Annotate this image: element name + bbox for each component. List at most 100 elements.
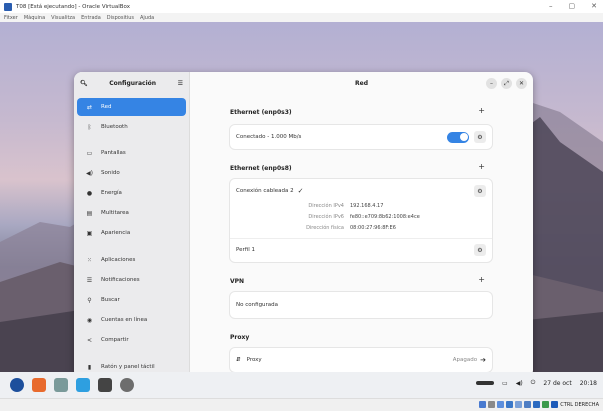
network-adapter-icon[interactable] <box>506 401 514 408</box>
audio-icon[interactable] <box>497 401 505 408</box>
minimize-icon[interactable]: – <box>549 2 553 10</box>
sidebar-item-label: Buscar <box>101 297 120 303</box>
display-indicator-icon[interactable]: ▭ <box>502 380 508 387</box>
settings-sidebar: 🔍︎ Configuración ☰ ⇄ Red ᛒ Bluetooth ▭ Pant… <box>74 72 190 372</box>
menu-dispositius[interactable]: Dispositius <box>107 15 134 21</box>
maximize-button[interactable]: ⤢ <box>501 78 512 89</box>
sidebar-item-energia[interactable]: ● Energía <box>77 184 186 202</box>
sidebar-item-notificaciones[interactable]: ☰ Notificaciones <box>77 271 186 289</box>
sidebar-item-pantallas[interactable]: ▭ Pantallas <box>77 144 186 162</box>
mac-row: Dirección física 08:00:27:96:8F:E6 <box>230 225 492 236</box>
sidebar-item-sonido[interactable]: ◀) Sonido <box>77 164 186 182</box>
host-window-title: T08 [Está ejecutando] - Oracle VirtualBo… <box>16 3 131 10</box>
arrow-right-icon: ➔ <box>480 356 486 364</box>
host-menubar: Fitxer Màquina Visualitza Entrada Dispos… <box>0 13 603 22</box>
brave-browser-icon[interactable] <box>32 378 46 392</box>
zorin-menu-icon[interactable] <box>10 378 24 392</box>
add-eth1-button[interactable]: + <box>478 106 485 115</box>
sidebar-item-label: Energía <box>101 190 122 196</box>
display-status-icon[interactable] <box>533 401 541 408</box>
sidebar-item-buscar[interactable]: ⚲ Buscar <box>77 291 186 309</box>
menu-visualitza[interactable]: Visualitza <box>51 15 75 21</box>
system-tray: ▭ ◀) ⏻ 27 de oct 20:18 <box>476 379 597 387</box>
sidebar-item-label: Sonido <box>101 170 120 176</box>
date[interactable]: 27 de oct <box>543 380 571 387</box>
menu-fitxer[interactable]: Fitxer <box>4 15 18 21</box>
speaker-icon: ◀) <box>86 169 93 177</box>
host-window-controls: – ▢ ✕ <box>549 2 597 10</box>
eth2-title: Ethernet (enp0s8) <box>230 165 292 172</box>
menu-entrada[interactable]: Entrada <box>81 15 101 21</box>
host-status-icons: CTRL DERECHA <box>479 401 599 408</box>
optical-icon[interactable] <box>488 401 496 408</box>
power-icon: ● <box>86 189 93 197</box>
bluetooth-icon: ᛒ <box>87 123 92 131</box>
network-indicator-icon[interactable] <box>476 381 495 385</box>
host-statusbar: CTRL DERECHA <box>0 398 603 411</box>
close-button[interactable]: ✕ <box>516 78 527 89</box>
sidebar-item-label: Bluetooth <box>101 124 128 130</box>
files-icon[interactable] <box>54 378 68 392</box>
display-icon: ▭ <box>86 149 93 157</box>
shared-folder-icon[interactable] <box>524 401 532 408</box>
sidebar-item-red[interactable]: ⇄ Red <box>77 98 186 116</box>
power-indicator-icon[interactable]: ⏻ <box>531 379 536 387</box>
minimize-button[interactable]: – <box>486 78 497 89</box>
window-controls: – ⤢ ✕ <box>486 78 527 89</box>
share-icon: < <box>86 336 93 344</box>
eth1-toggle[interactable] <box>447 131 469 143</box>
search-icon[interactable]: 🔍︎ <box>80 80 88 87</box>
sidebar-item-label: Red <box>101 104 112 110</box>
proxy-card[interactable]: ⇵ Proxy Apagado ➔ <box>230 348 492 372</box>
cpu-icon[interactable] <box>551 401 559 408</box>
settings-app-icon[interactable] <box>120 378 134 392</box>
online-accounts-icon: ◉ <box>86 316 93 324</box>
appearance-icon: ▣ <box>86 229 93 237</box>
add-vpn-button[interactable]: + <box>478 275 485 284</box>
ipv4-label: Dirección IPv4 <box>308 203 344 209</box>
ipv6-label: Dirección IPv6 <box>308 214 344 220</box>
menu-ajuda[interactable]: Ajuda <box>140 15 154 21</box>
sidebar-item-aplicaciones[interactable]: ⁙ Aplicaciones <box>77 251 186 269</box>
sidebar-title: Configuración <box>109 79 157 87</box>
maximize-icon[interactable]: ▢ <box>569 2 576 10</box>
close-icon[interactable]: ✕ <box>591 2 597 10</box>
sidebar-item-raton[interactable]: ▮ Ratón y panel táctil <box>77 358 186 372</box>
eth2-gear-icon[interactable]: ⚙ <box>474 185 486 197</box>
sidebar-item-compartir[interactable]: < Compartir <box>77 331 186 349</box>
vpn-card: No configurada <box>230 292 492 318</box>
recording-icon[interactable] <box>542 401 550 408</box>
sidebar-item-bluetooth[interactable]: ᛒ Bluetooth <box>77 118 186 136</box>
profile-row[interactable]: Perfil 1 ⚙ <box>230 239 492 261</box>
ipv6-row: Dirección IPv6 fe80::e709:8b62:1008:e4ce <box>230 214 492 225</box>
usb-icon[interactable] <box>515 401 523 408</box>
sidebar-item-multitarea[interactable]: ▤ Multitarea <box>77 204 186 222</box>
hdd-icon[interactable] <box>479 401 487 408</box>
page-title: Red <box>355 79 368 87</box>
vpn-title: VPN <box>230 278 245 285</box>
eth2-card: Conexión cableada 2 ✓ ⚙ Dirección IPv4 1… <box>230 179 492 262</box>
apps-icon: ⁙ <box>86 256 93 264</box>
network-icon: ⇄ <box>86 103 93 111</box>
software-store-icon[interactable] <box>76 378 90 392</box>
multitask-icon: ▤ <box>86 209 93 217</box>
volume-icon[interactable]: ◀) <box>516 380 523 387</box>
proxy-icon: ⇵ <box>236 357 241 363</box>
checkmark-icon: ✓ <box>297 187 304 195</box>
add-eth2-button[interactable]: + <box>478 162 485 171</box>
profile-gear-icon[interactable]: ⚙ <box>474 244 486 256</box>
proxy-title: Proxy <box>230 334 250 341</box>
sidebar-item-cuentas[interactable]: ◉ Cuentas en línea <box>77 311 186 329</box>
ipv4-row: Dirección IPv4 192.168.4.17 <box>230 203 492 214</box>
menu-maquina[interactable]: Màquina <box>24 15 45 21</box>
mouse-icon: ▮ <box>87 363 92 371</box>
eth1-gear-icon[interactable]: ⚙ <box>474 131 486 143</box>
settings-main: Red – ⤢ ✕ Ethernet (enp0s3) + Conectado … <box>190 72 533 372</box>
vpn-status: No configurada <box>236 302 279 308</box>
eth1-status: Conectado - 1.000 Mb/s <box>236 134 302 140</box>
clock[interactable]: 20:18 <box>580 380 597 387</box>
terminal-icon[interactable] <box>98 378 112 392</box>
hamburger-menu-icon[interactable]: ☰ <box>178 80 183 87</box>
sidebar-item-apariencia[interactable]: ▣ Apariencia <box>77 224 186 242</box>
mac-value: 08:00:27:96:8F:E6 <box>350 225 396 231</box>
